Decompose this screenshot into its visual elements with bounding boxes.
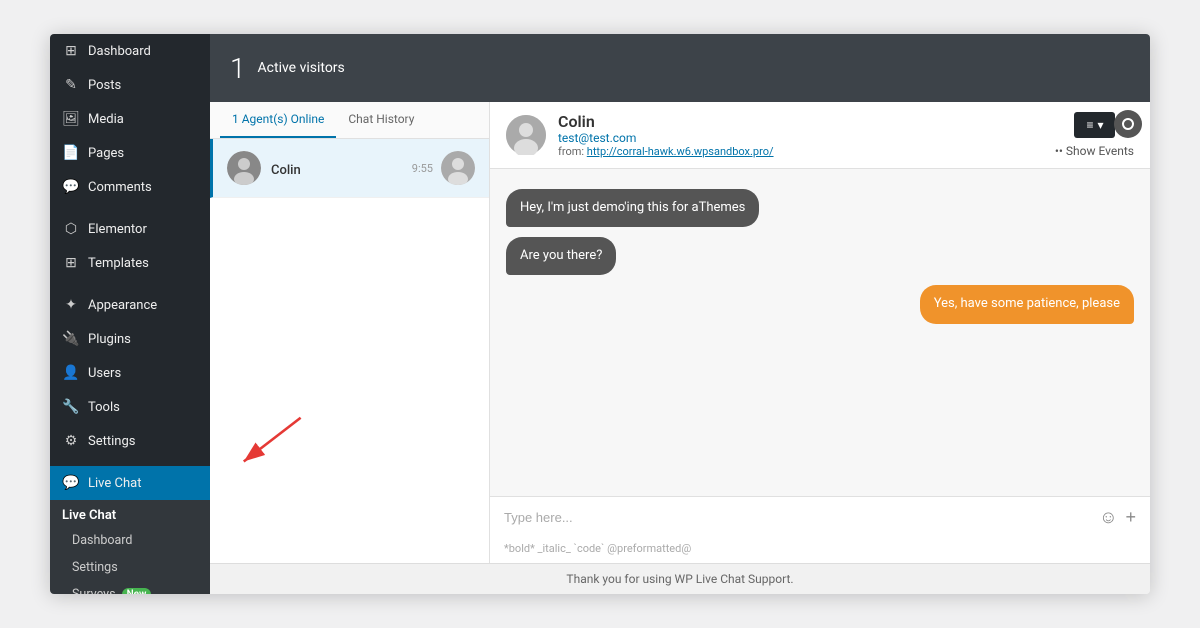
chat-header-avatar (506, 115, 546, 155)
messages-area[interactable]: Hey, I'm just demo'ing this for aThemes … (490, 169, 1150, 496)
comments-icon: 💬 (62, 178, 80, 196)
sidebar-item-label: Appearance (88, 298, 157, 313)
sidebar-item-label: Tools (88, 400, 120, 415)
chat-panel: Colin test@test.com from: http://corral-… (490, 102, 1150, 563)
tab-agents-online[interactable]: 1 Agent(s) Online (220, 102, 336, 138)
live-chat-icon: 💬 (62, 474, 80, 492)
sidebar-item-media[interactable]: 🖼 Media (50, 102, 210, 136)
show-events-label: •• Show Events (1055, 144, 1134, 158)
sidebar-item-dashboard[interactable]: ⊞ Dashboard (50, 34, 210, 68)
users-icon: 👤 (62, 364, 80, 382)
sidebar-item-label: Users (88, 366, 121, 381)
templates-icon: ⊞ (62, 254, 80, 272)
sidebar-item-label: Live Chat (88, 476, 141, 491)
top-right-circle-btn[interactable] (1114, 110, 1142, 138)
message-bubble: Are you there? (506, 237, 616, 275)
media-icon: 🖼 (62, 110, 80, 128)
submenu-item-settings[interactable]: Settings (50, 554, 210, 581)
sidebar-item-comments[interactable]: 💬 Comments (50, 170, 210, 204)
chat-info: Colin (271, 159, 412, 178)
pages-icon: 📄 (62, 144, 80, 162)
from-label: from: (558, 145, 584, 158)
active-visitors-bar: 1 Active visitors (210, 34, 1150, 102)
sidebar-item-label: Settings (88, 434, 135, 449)
main-content: 1 Active visitors 1 Agent(s) Online Chat… (210, 34, 1150, 594)
submenu-label: Dashboard (72, 533, 132, 548)
message-text: Are you there? (520, 248, 602, 263)
active-count: 1 (230, 52, 246, 85)
submenu-item-dashboard[interactable]: Dashboard (50, 527, 210, 554)
sidebar-item-live-chat[interactable]: 💬 Live Chat (50, 466, 210, 500)
message-text: Yes, have some patience, please (934, 296, 1120, 311)
chat-header-from: from: http://corral-hawk.w6.wpsandbox.pr… (558, 145, 1043, 158)
sidebar-item-label: Posts (88, 78, 121, 93)
sidebar-item-label: Plugins (88, 332, 131, 347)
chat-footer-hint: *bold* _italic_ `code` @preformatted@ (490, 538, 1150, 563)
chat-header-name: Colin (558, 112, 1043, 131)
menu-icon: ≡ (1086, 118, 1093, 132)
active-visitors-label: Active visitors (258, 60, 345, 76)
sidebar-item-label: Elementor (88, 222, 147, 237)
chat-footer: ☺ + *bold* _italic_ `code` @preformatted… (490, 496, 1150, 563)
footer-text: Thank you for using WP Live Chat Support… (566, 572, 793, 586)
sidebar-item-label: Pages (88, 146, 124, 161)
plugins-icon: 🔌 (62, 330, 80, 348)
chat-user-name: Colin (271, 163, 301, 178)
sidebar-item-label: Templates (88, 256, 149, 271)
chat-list-item[interactable]: Colin 9:55 (210, 139, 489, 198)
chat-input[interactable] (504, 510, 1091, 525)
chat-time: 9:55 (412, 162, 433, 175)
sidebar-item-users[interactable]: 👤 Users (50, 356, 210, 390)
submenu-title: Live Chat (50, 500, 210, 527)
message-text: Hey, I'm just demo'ing this for aThemes (520, 200, 745, 215)
chat-header-info: Colin test@test.com from: http://corral-… (558, 112, 1043, 158)
sidebar-item-label: Media (88, 112, 124, 127)
submenu-label: Surveys (72, 587, 116, 594)
chevron-down-icon: ▾ (1097, 118, 1103, 132)
sidebar-item-label: Dashboard (88, 44, 151, 59)
emoji-icon: ☺ (1099, 507, 1117, 527)
sidebar-item-posts[interactable]: ✎ Posts (50, 68, 210, 102)
chat-header-email: test@test.com (558, 131, 1043, 145)
emoji-button[interactable]: ☺ (1099, 507, 1117, 528)
chat-header: Colin test@test.com from: http://corral-… (490, 102, 1150, 169)
new-badge: New (122, 588, 152, 594)
settings-icon: ⚙ (62, 432, 80, 450)
message-bubble: Yes, have some patience, please (920, 285, 1134, 323)
footer-bar: Thank you for using WP Live Chat Support… (210, 563, 1150, 594)
message-bubble: Hey, I'm just demo'ing this for aThemes (506, 189, 759, 227)
show-events-btn[interactable]: •• Show Events (1055, 144, 1134, 158)
sidebar-item-plugins[interactable]: 🔌 Plugins (50, 322, 210, 356)
sidebar-item-templates[interactable]: ⊞ Templates (50, 246, 210, 280)
chat-wrapper: 1 Agent(s) Online Chat History (210, 102, 1150, 563)
tab-label: Chat History (348, 112, 414, 126)
chat-list: 1 Agent(s) Online Chat History (210, 102, 490, 563)
sidebar: ⊞ Dashboard ✎ Posts 🖼 Media 📄 Pages 💬 Co… (50, 34, 210, 594)
agent-avatar (441, 151, 475, 185)
submenu-label: Settings (72, 560, 118, 575)
sidebar-item-pages[interactable]: 📄 Pages (50, 136, 210, 170)
avatar (227, 151, 261, 185)
appearance-icon: ✦ (62, 296, 80, 314)
add-icon: + (1125, 507, 1136, 527)
add-button[interactable]: + (1125, 507, 1136, 528)
chat-input-area: ☺ + (490, 497, 1150, 538)
sidebar-item-elementor[interactable]: ⬡ Elementor (50, 212, 210, 246)
from-url[interactable]: http://corral-hawk.w6.wpsandbox.pro/ (587, 145, 774, 158)
chat-list-tabs: 1 Agent(s) Online Chat History (210, 102, 489, 139)
elementor-icon: ⬡ (62, 220, 80, 238)
tab-chat-history[interactable]: Chat History (336, 102, 426, 138)
sidebar-item-appearance[interactable]: ✦ Appearance (50, 288, 210, 322)
posts-icon: ✎ (62, 76, 80, 94)
menu-button[interactable]: ≡ ▾ (1074, 112, 1115, 138)
dashboard-icon: ⊞ (62, 42, 80, 60)
sidebar-item-tools[interactable]: 🔧 Tools (50, 390, 210, 424)
tab-label: 1 Agent(s) Online (232, 112, 324, 126)
tools-icon: 🔧 (62, 398, 80, 416)
sidebar-item-settings[interactable]: ⚙ Settings (50, 424, 210, 458)
submenu-item-surveys[interactable]: Surveys New (50, 581, 210, 594)
live-chat-submenu: Live Chat Dashboard Settings Surveys New… (50, 500, 210, 594)
sidebar-item-label: Comments (88, 180, 152, 195)
chat-footer-icons: ☺ + (1099, 507, 1136, 528)
